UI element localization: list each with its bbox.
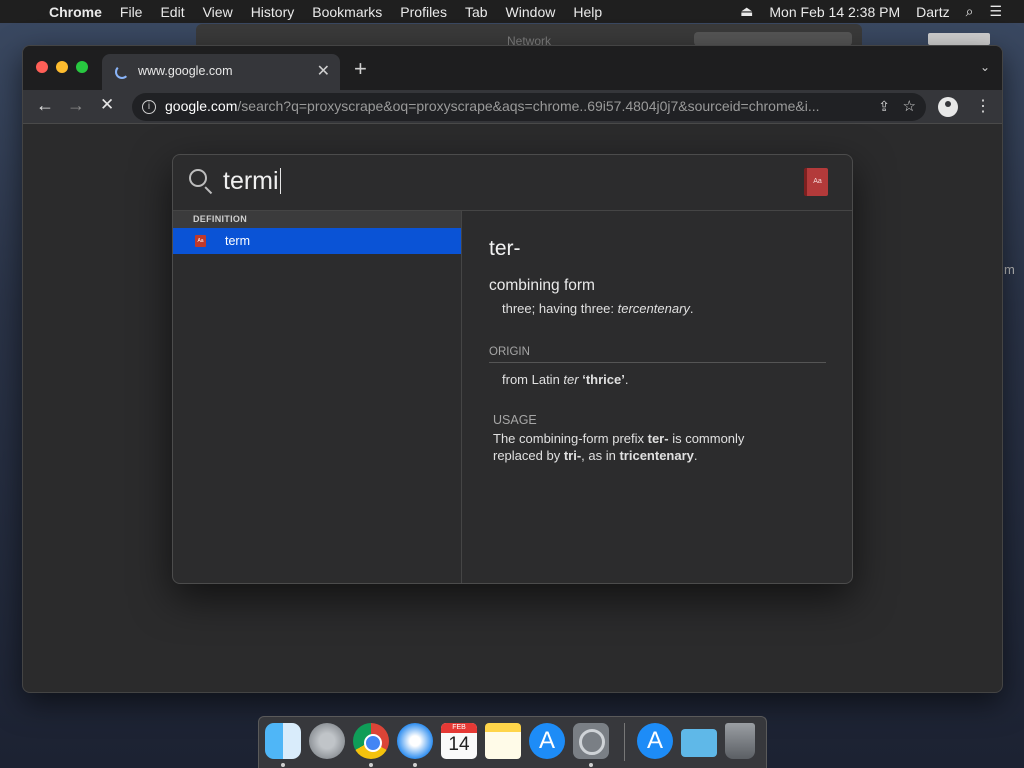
bookmark-star-icon[interactable]: ☆	[903, 97, 916, 115]
address-bar[interactable]: i google.com/search?q=proxyscrape&oq=pro…	[132, 93, 926, 121]
background-window[interactable]: Network	[196, 24, 862, 48]
clock[interactable]: Mon Feb 14 2:38 PM	[761, 4, 908, 20]
running-indicator	[281, 763, 285, 767]
menu-file[interactable]: File	[111, 4, 152, 20]
headword: ter-	[489, 237, 521, 260]
user-name[interactable]: Dartz	[908, 4, 957, 20]
launchpad-icon[interactable]	[309, 723, 345, 759]
zoom-window-button[interactable]	[76, 61, 88, 73]
spotlight-panel: termi Aa DEFINITION Aa term ter- combini…	[172, 154, 853, 584]
part-of-speech: combining form	[489, 277, 595, 294]
menu-view[interactable]: View	[194, 4, 242, 20]
spotlight-search-bar[interactable]: termi Aa	[173, 155, 852, 211]
background-search-field[interactable]	[694, 32, 852, 46]
new-tab-icon[interactable]: +	[354, 56, 367, 82]
spotlight-search-icon[interactable]: ⌕	[958, 3, 982, 20]
close-window-button[interactable]	[36, 61, 48, 73]
dock-separator	[624, 723, 625, 761]
result-item-term[interactable]: Aa term	[173, 228, 461, 254]
trash-icon[interactable]	[725, 723, 755, 759]
chrome-icon[interactable]	[353, 723, 389, 759]
tab-title: www.google.com	[138, 64, 233, 78]
menu-bookmarks[interactable]: Bookmarks	[303, 4, 391, 20]
dictionary-result-icon: Aa	[195, 235, 206, 247]
finder-icon[interactable]	[265, 723, 301, 759]
minimize-window-button[interactable]	[56, 61, 68, 73]
background-text-fragment: m	[1004, 262, 1015, 277]
running-indicator	[589, 763, 593, 767]
menu-tab[interactable]: Tab	[456, 4, 497, 20]
url-text[interactable]: google.com/search?q=proxyscrape&oq=proxy…	[165, 98, 855, 114]
calendar-icon[interactable]: FEB 14	[441, 723, 477, 759]
menu-kebab-icon[interactable]: ⋮	[975, 96, 991, 116]
origin-text: from Latin ter ‘thrice’.	[502, 372, 629, 387]
system-preferences-icon[interactable]	[573, 723, 609, 759]
tab-strip: www.google.com ✕ + ⌄	[23, 46, 1002, 90]
share-icon[interactable]: ⇪	[878, 98, 890, 115]
dock: FEB 14 A A	[258, 716, 767, 768]
stop-loading-icon[interactable]: ✕	[100, 95, 114, 115]
definition-preview: ter- combining form three; having three:…	[463, 211, 852, 583]
safari-icon[interactable]	[397, 723, 433, 759]
usage-heading: USAGE	[493, 413, 537, 427]
tab-google[interactable]: www.google.com ✕	[102, 54, 340, 90]
dictionary-icon: Aa	[804, 168, 828, 196]
close-tab-icon[interactable]: ✕	[317, 61, 330, 81]
running-indicator	[369, 763, 373, 767]
background-window-fragment	[928, 33, 990, 45]
site-info-icon[interactable]: i	[142, 100, 156, 114]
menu-app-name[interactable]: Chrome	[40, 4, 111, 20]
spotlight-query-input[interactable]: termi	[223, 167, 282, 196]
tab-search-chevron-icon[interactable]: ⌄	[980, 60, 990, 74]
loading-spinner-icon	[115, 65, 129, 79]
eject-icon[interactable]: ⏏	[732, 3, 761, 20]
spotlight-results-list: DEFINITION Aa term	[173, 211, 462, 583]
app-store-download-icon[interactable]: A	[637, 723, 673, 759]
menu-window[interactable]: Window	[497, 4, 565, 20]
running-indicator	[413, 763, 417, 767]
origin-heading: ORIGIN	[489, 346, 826, 363]
definition-text: three; having three: tercentenary.	[502, 301, 694, 316]
menu-bar: Chrome File Edit View History Bookmarks …	[0, 0, 1024, 23]
menu-profiles[interactable]: Profiles	[391, 4, 456, 20]
menu-history[interactable]: History	[242, 4, 304, 20]
notes-icon[interactable]	[485, 723, 521, 759]
menu-edit[interactable]: Edit	[151, 4, 193, 20]
downloads-folder-icon[interactable]	[681, 729, 717, 757]
control-center-icon[interactable]: ☰	[981, 3, 1010, 20]
forward-arrow-icon[interactable]: →	[67, 95, 85, 116]
profile-avatar-icon[interactable]	[938, 97, 958, 117]
status-area: ⏏ Mon Feb 14 2:38 PM Dartz ⌕ ☰	[732, 3, 1024, 20]
back-arrow-icon[interactable]: ←	[36, 95, 54, 116]
browser-toolbar: ← → ✕ i google.com/search?q=proxyscrape&…	[23, 90, 1002, 124]
result-label: term	[225, 234, 250, 248]
section-header: DEFINITION	[173, 211, 461, 228]
usage-text: The combining-form prefix ter- is common…	[493, 431, 745, 463]
menu-help[interactable]: Help	[564, 4, 611, 20]
magnifier-icon	[189, 169, 207, 187]
app-store-icon[interactable]: A	[529, 723, 565, 759]
